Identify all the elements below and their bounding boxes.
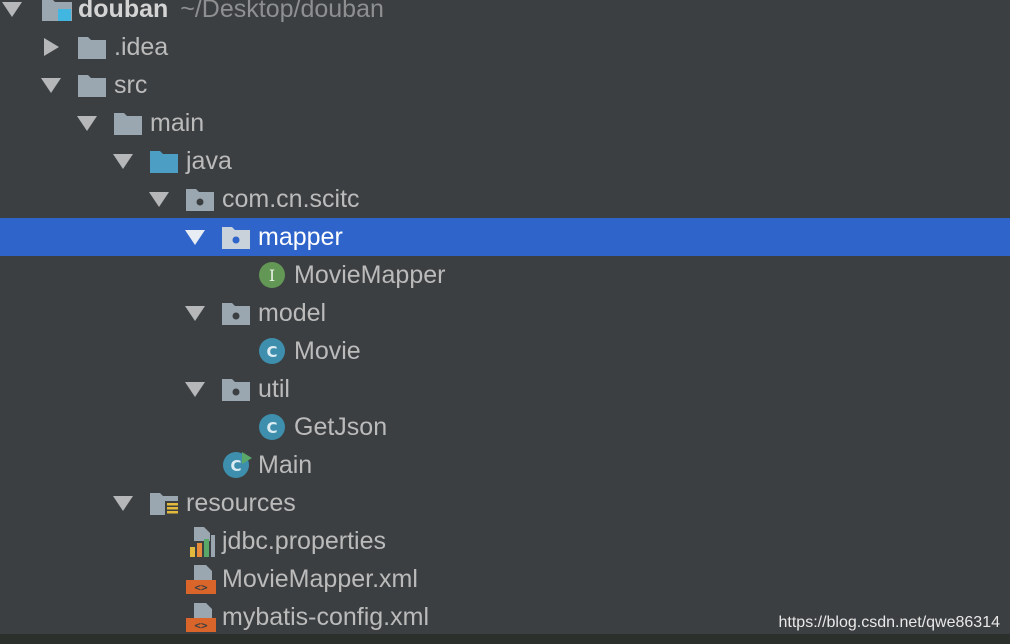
- class-icon: C: [258, 337, 286, 365]
- tree-label: GetJson: [294, 413, 388, 441]
- tree-label: Movie: [294, 337, 361, 365]
- class-letter: C: [266, 343, 277, 361]
- expand-arrow-icon[interactable]: [185, 230, 205, 245]
- tree-label: util: [258, 375, 290, 403]
- tree-label: com.cn.scitc: [222, 185, 360, 213]
- expand-arrow-icon[interactable]: [113, 496, 133, 511]
- project-path: ~/Desktop/douban: [180, 0, 384, 23]
- resources-folder-icon: [150, 491, 180, 517]
- tree-row-mapper[interactable]: mapper: [0, 218, 1010, 256]
- tree-row-util[interactable]: util: [0, 370, 1010, 408]
- interface-icon: I: [258, 261, 286, 289]
- bottom-edge: [0, 634, 1010, 644]
- class-letter: C: [266, 419, 277, 437]
- tree-row-package[interactable]: com.cn.scitc: [0, 180, 1010, 218]
- expand-arrow-icon[interactable]: [41, 78, 61, 93]
- tree-label: model: [258, 299, 327, 327]
- tree-row-getjson[interactable]: C GetJson: [0, 408, 1010, 446]
- tree-label: resources: [186, 489, 296, 517]
- tree-label: java: [186, 147, 232, 175]
- tree-row-moviemapper[interactable]: I MovieMapper: [0, 256, 1010, 294]
- folder-icon: [78, 73, 108, 97]
- tree-label: mapper: [258, 223, 343, 251]
- tree-label: src: [114, 71, 148, 99]
- tree-row-idea[interactable]: .idea: [0, 28, 1010, 66]
- tree-row-src[interactable]: src: [0, 66, 1010, 104]
- tree-row-moviemapper-xml[interactable]: <> MovieMapper.xml: [0, 560, 1010, 598]
- xml-letter: <>: [194, 581, 208, 594]
- expand-arrow-icon[interactable]: [185, 306, 205, 321]
- tree-row-java[interactable]: java: [0, 142, 1010, 180]
- runnable-class-icon: C: [222, 451, 252, 479]
- xml-file-icon: <>: [186, 565, 218, 595]
- tree-row-jdbc[interactable]: jdbc.properties: [0, 522, 1010, 560]
- tree-label: Main: [258, 451, 313, 479]
- expand-arrow-icon[interactable]: [149, 192, 169, 207]
- tree-row-main[interactable]: main: [0, 104, 1010, 142]
- package-icon: [222, 225, 252, 249]
- folder-icon: [78, 35, 108, 59]
- tree-label: jdbc.properties: [222, 527, 386, 555]
- class-letter: C: [230, 457, 241, 475]
- class-icon: C: [258, 413, 286, 441]
- project-tree: douban ~/Desktop/douban .idea src main ja…: [0, 0, 1010, 636]
- tree-row-main-class[interactable]: C Main: [0, 446, 1010, 484]
- properties-file-icon: [188, 527, 216, 557]
- tree-label: MovieMapper.xml: [222, 565, 418, 593]
- tree-label: main: [150, 109, 205, 137]
- package-icon: [222, 301, 252, 325]
- package-icon: [222, 377, 252, 401]
- package-icon: [186, 187, 216, 211]
- tree-label: mybatis-config.xml: [222, 603, 429, 631]
- folder-icon: [114, 111, 144, 135]
- tree-label: MovieMapper: [294, 261, 446, 289]
- module-folder-icon: [42, 0, 72, 21]
- tree-row-douban[interactable]: douban ~/Desktop/douban: [0, 0, 1010, 28]
- tree-label: .idea: [114, 33, 169, 61]
- source-folder-icon: [150, 149, 180, 173]
- expand-arrow-icon[interactable]: [185, 382, 205, 397]
- tree-row-movie[interactable]: C Movie: [0, 332, 1010, 370]
- xml-file-icon: <>: [186, 603, 218, 633]
- watermark: https://blog.csdn.net/qwe86314: [778, 614, 1001, 631]
- expand-arrow-icon[interactable]: [113, 154, 133, 169]
- tree-row-model[interactable]: model: [0, 294, 1010, 332]
- project-name: douban: [78, 0, 169, 23]
- expand-arrow-icon[interactable]: [77, 116, 97, 131]
- collapse-arrow-icon[interactable]: [44, 38, 59, 56]
- expand-arrow-icon[interactable]: [2, 2, 22, 17]
- interface-letter: I: [269, 266, 275, 285]
- xml-letter: <>: [194, 619, 208, 632]
- tree-row-resources[interactable]: resources: [0, 484, 1010, 522]
